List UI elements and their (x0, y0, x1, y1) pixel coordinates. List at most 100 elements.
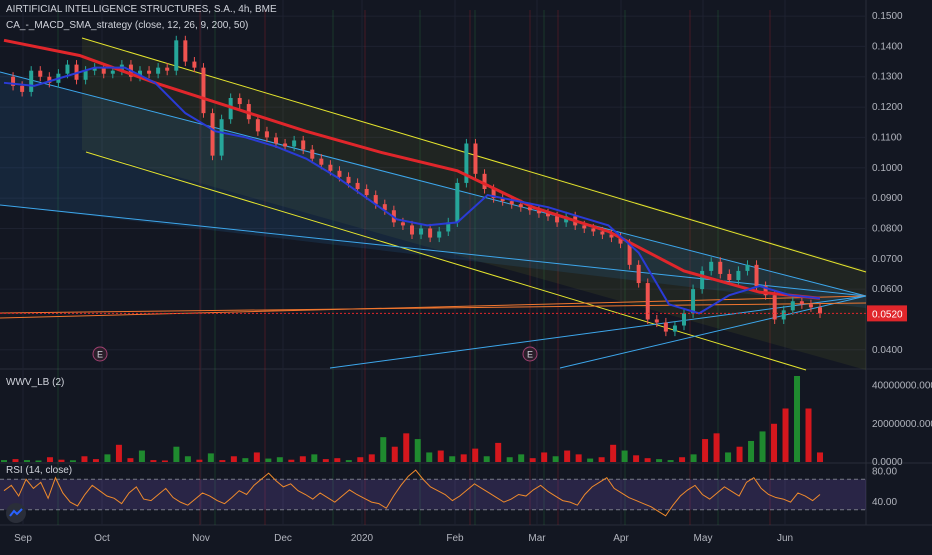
volume-bar (690, 454, 697, 462)
time-axis-tick-label: Mar (528, 533, 546, 544)
earnings-marker-label: E (97, 350, 103, 360)
candle-body (799, 301, 804, 305)
candle-body (283, 143, 288, 147)
candle-body (20, 85, 25, 92)
volume-bar (196, 459, 203, 462)
volume-bar (541, 452, 548, 462)
current-price-label: 0.0520 (872, 309, 903, 320)
candle-body (473, 143, 478, 174)
candle-body (110, 70, 115, 74)
volume-bar (460, 454, 467, 462)
volume-bar (495, 442, 502, 462)
candle-body (582, 225, 587, 229)
candle-body (147, 70, 152, 74)
candle-body (482, 173, 487, 189)
volume-bar (610, 444, 617, 462)
volume-bar (92, 459, 99, 462)
volume-indicator-legend[interactable]: WWV_LB (2) (6, 377, 64, 388)
volume-bar (529, 458, 536, 462)
time-axis-tick-label: Feb (446, 533, 464, 544)
chart-svg: Sep Oct Nov Dec 2020 Feb Mar Apr May Jun 0.1500 0.1… (0, 0, 932, 544)
volume-bar (127, 458, 134, 462)
candle-body (337, 170, 342, 177)
candle-body (319, 158, 324, 165)
volume-bar (357, 457, 364, 462)
volume-bar (575, 454, 582, 462)
price-axis-tick-label: 0.0700 (872, 254, 903, 265)
strategy-legend[interactable]: CA_-_MACD_SMA_strategy (close, 12, 26, 9… (6, 20, 248, 31)
volume-bar (150, 460, 157, 462)
price-axis-tick-label: 0.1400 (872, 41, 903, 52)
time-axis-tick-label: Oct (94, 533, 110, 544)
candle-body (600, 231, 605, 235)
volume-bar (449, 456, 456, 462)
volume-bar (265, 458, 272, 462)
candle-body (38, 70, 43, 77)
symbol-title[interactable]: AIRTIFICIAL INTELLIGENCE STRUCTURES, S.A… (6, 4, 277, 15)
tradingview-logo-icon[interactable] (6, 503, 26, 523)
candle-body (790, 301, 795, 311)
volume-bar (299, 456, 306, 462)
price-axis-tick-label: 0.0600 (872, 284, 903, 295)
volume-bar (437, 450, 444, 462)
volume-bar (564, 450, 571, 462)
time-axis-tick-label: Sep (14, 533, 32, 544)
candle-body (174, 40, 179, 71)
volume-bar (598, 457, 605, 462)
volume-bar (644, 458, 651, 462)
volume-bar (368, 454, 375, 462)
volume-bar (621, 450, 628, 462)
candle-body (437, 231, 442, 238)
volume-bar (736, 446, 743, 462)
candle-body (292, 140, 297, 147)
volume-bar (184, 456, 191, 462)
volume-bar (587, 458, 594, 462)
candle-body (428, 228, 433, 238)
candle-body (555, 216, 560, 223)
candle-body (29, 70, 34, 92)
candle-body (183, 40, 188, 62)
time-axis-tick-label: 2020 (351, 533, 374, 544)
volume-bar (794, 376, 801, 462)
candle-body (328, 164, 333, 171)
time-axis-tick-label: May (694, 533, 713, 544)
volume-bar (104, 454, 111, 462)
candle-body (237, 97, 242, 105)
candle-body (310, 149, 315, 159)
candle-body (364, 189, 369, 196)
volume-axis-tick-label: 40000000.0000 (872, 381, 932, 392)
volume-bar (23, 460, 30, 462)
candle-body (772, 295, 777, 320)
candle-body (591, 228, 596, 232)
volume-bar (518, 454, 525, 462)
volume-bar (46, 457, 53, 462)
price-axis-tick-label: 0.1100 (872, 132, 902, 143)
candle-body (781, 310, 786, 320)
candle-body (201, 67, 206, 114)
candle-body (219, 119, 224, 156)
candle-body (745, 264, 750, 271)
time-axis-tick-label: Dec (274, 533, 292, 544)
candle-body (419, 228, 424, 235)
volume-bar (748, 440, 755, 462)
candle-body (509, 201, 514, 205)
price-axis-tick-label: 0.0400 (872, 345, 903, 356)
volume-bar (403, 433, 410, 462)
volume-bar (69, 460, 76, 462)
price-axis-tick-label: 0.1300 (872, 72, 903, 83)
candle-body (645, 283, 650, 320)
volume-bar (173, 446, 180, 462)
price-axis-tick-label: 0.0800 (872, 223, 903, 234)
volume-bar (667, 460, 674, 462)
volume-bar (656, 459, 663, 462)
candle-body (636, 264, 641, 284)
volume-bar (345, 460, 352, 462)
candle-body (301, 140, 306, 150)
rsi-indicator-legend[interactable]: RSI (14, close) (6, 465, 72, 476)
candle-body (400, 222, 405, 226)
volume-bar (1, 460, 7, 462)
volume-bar (219, 460, 226, 462)
price-axis-tick-label: 0.1200 (872, 102, 903, 113)
candle-body (274, 137, 278, 144)
volume-bar (759, 431, 766, 462)
